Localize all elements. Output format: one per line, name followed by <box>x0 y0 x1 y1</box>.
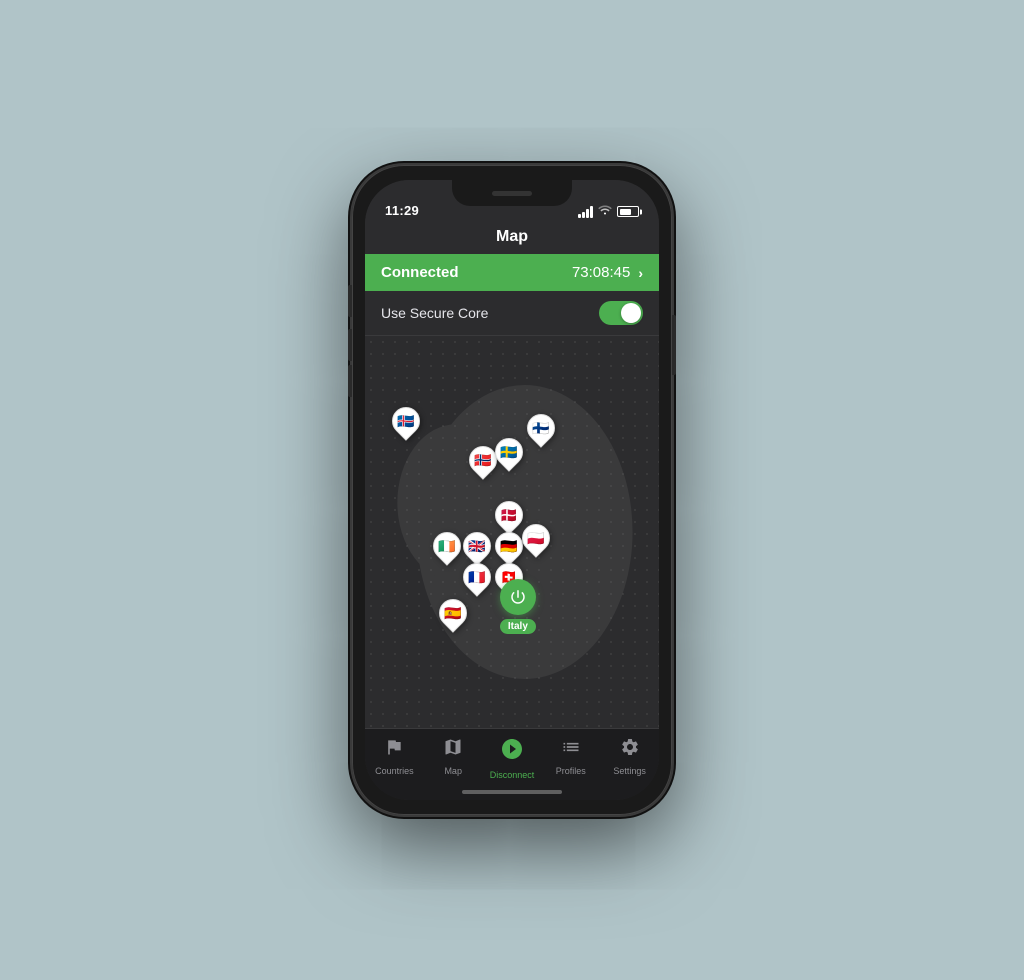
connection-timer: 73:08:45 <box>572 264 630 281</box>
connection-status: Connected <box>381 264 459 281</box>
pin-france[interactable]: 🇫🇷 <box>463 563 491 591</box>
countries-label: Countries <box>375 766 414 776</box>
secure-core-row: Use Secure Core <box>365 291 659 336</box>
tab-countries[interactable]: Countries <box>365 737 424 776</box>
chevron-right-icon: › <box>638 265 643 281</box>
pin-norway[interactable]: 🇳🇴 <box>469 446 497 474</box>
profiles-icon <box>561 737 581 763</box>
countries-icon <box>384 737 404 763</box>
phone-screen: 11:29 Map <box>365 180 659 800</box>
map-label: Map <box>444 766 462 776</box>
page-title: Map <box>496 228 528 245</box>
pin-sweden[interactable]: 🇸🇪 <box>495 438 523 466</box>
notch <box>452 180 572 206</box>
profiles-label: Profiles <box>556 766 586 776</box>
wifi-icon <box>598 205 612 218</box>
disconnect-icon <box>500 737 524 767</box>
power-icon <box>509 588 527 606</box>
pin-uk[interactable]: 🇬🇧 <box>463 532 491 560</box>
disconnect-label: Disconnect <box>490 770 535 780</box>
tab-settings[interactable]: Settings <box>600 737 659 776</box>
signal-icon <box>578 206 593 218</box>
italy-label: Italy <box>500 619 536 634</box>
tab-disconnect[interactable]: Disconnect <box>483 737 542 780</box>
battery-icon <box>617 206 639 217</box>
settings-label: Settings <box>613 766 646 776</box>
settings-icon <box>620 737 640 763</box>
toggle-thumb <box>621 303 641 323</box>
pin-italy-connected[interactable]: Italy <box>500 579 536 634</box>
pin-poland[interactable]: 🇵🇱 <box>522 524 550 552</box>
secure-core-toggle[interactable] <box>599 301 643 325</box>
connected-right: 73:08:45 › <box>572 264 643 281</box>
pin-finland[interactable]: 🇫🇮 <box>527 414 555 442</box>
connected-banner[interactable]: Connected 73:08:45 › <box>365 254 659 291</box>
pin-spain[interactable]: 🇪🇸 <box>439 599 467 627</box>
pin-iceland[interactable]: 🇮🇸 <box>392 407 420 435</box>
nav-title-bar: Map <box>365 224 659 254</box>
map-area: 🇮🇸 🇳🇴 🇸🇪 🇫🇮 🇩🇰 🇮🇪 🇬🇧 🇩🇪 <box>365 336 659 728</box>
tab-map[interactable]: Map <box>424 737 483 776</box>
pin-germany[interactable]: 🇩🇪 <box>495 532 523 560</box>
map-icon <box>443 737 463 763</box>
pin-denmark[interactable]: 🇩🇰 <box>495 501 523 529</box>
phone-device: 11:29 Map <box>352 165 672 815</box>
home-indicator <box>462 790 562 794</box>
pin-ireland[interactable]: 🇮🇪 <box>433 532 461 560</box>
status-time: 11:29 <box>385 203 419 218</box>
secure-core-label: Use Secure Core <box>381 305 488 321</box>
tab-profiles[interactable]: Profiles <box>541 737 600 776</box>
status-icons <box>578 205 639 218</box>
speaker <box>492 191 532 196</box>
